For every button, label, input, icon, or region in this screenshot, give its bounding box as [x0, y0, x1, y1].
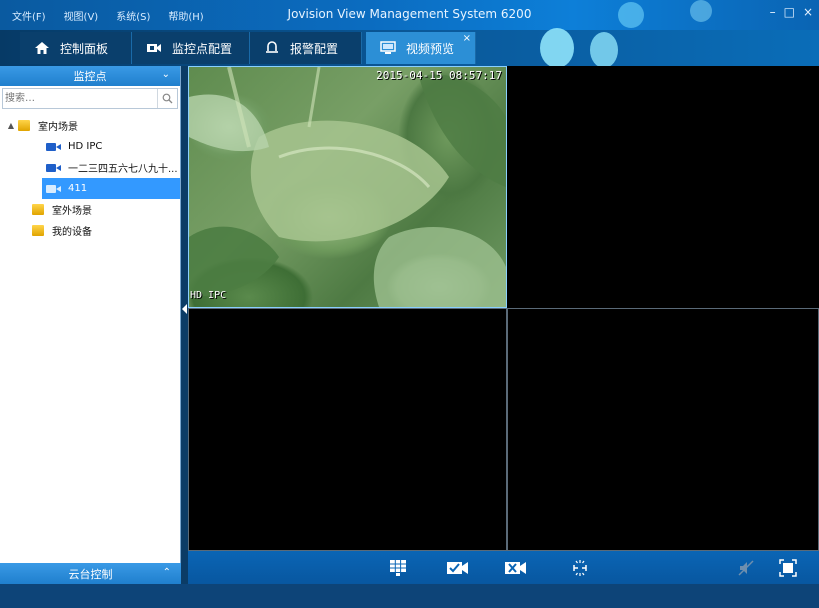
- tab-video-preview[interactable]: 视频预览 ×: [366, 32, 476, 64]
- video-frame: [189, 67, 506, 307]
- monitor-points-title: 监控点: [73, 70, 107, 83]
- tree-folder-indoor[interactable]: ▲ 室内场景: [0, 115, 180, 136]
- app-title: Jovision View Management System 6200: [287, 7, 532, 21]
- tab-label: 控制面板: [60, 41, 109, 56]
- split-icon[interactable]: [570, 559, 590, 577]
- tree-camera-hd-ipc[interactable]: HD IPC: [0, 136, 180, 157]
- camera-icon: [46, 163, 62, 172]
- search-icon[interactable]: [157, 89, 177, 108]
- video-cell-3[interactable]: [188, 308, 507, 551]
- tab-label: 监控点配置: [172, 41, 233, 56]
- ptz-control-title: 云台控制: [68, 567, 113, 581]
- camera-config-icon: [146, 41, 162, 55]
- folder-icon: [32, 225, 44, 236]
- tab-label: 视频预览: [406, 41, 455, 56]
- minimize-button[interactable]: –: [770, 5, 776, 19]
- stop-all-video-icon[interactable]: [504, 559, 528, 577]
- monitor-points-header[interactable]: 监控点 ⌄: [0, 66, 180, 86]
- mute-icon[interactable]: [736, 559, 756, 577]
- video-toolbar: [188, 551, 819, 584]
- tab-label: 报警配置: [290, 41, 339, 56]
- search-box: [2, 88, 178, 109]
- camera-icon: [46, 142, 62, 151]
- video-timestamp: 2015-04-15 08:57:17: [376, 69, 502, 82]
- fullscreen-icon[interactable]: [778, 559, 798, 577]
- tab-close-icon[interactable]: ×: [463, 33, 471, 44]
- status-bar: [0, 584, 819, 608]
- chevron-up-icon[interactable]: ⌃: [163, 567, 171, 578]
- video-channel-label: HD IPC: [190, 290, 227, 301]
- tab-camera-config[interactable]: 监控点配置: [132, 32, 250, 64]
- tab-control-panel[interactable]: 控制面板: [20, 32, 132, 64]
- tree-label: 室外场景: [52, 206, 92, 217]
- ptz-control-header[interactable]: 云台控制 ⌃: [0, 563, 181, 584]
- tab-bar: 控制面板 监控点配置 报警配置 视频预览 ×: [0, 28, 819, 68]
- tree-camera-long-name[interactable]: 一二三四五六七八九十...: [0, 157, 180, 178]
- camera-icon: [46, 184, 62, 193]
- window-controls: – □ ×: [770, 5, 813, 19]
- monitor-icon: [380, 41, 396, 55]
- tab-alarm-config[interactable]: 报警配置: [250, 32, 362, 64]
- folder-icon: [32, 204, 44, 215]
- tree-folder-my-devices[interactable]: 我的设备: [0, 220, 180, 241]
- video-cell-2[interactable]: [507, 66, 819, 308]
- home-icon: [34, 41, 50, 55]
- video-cell-4[interactable]: [507, 308, 819, 551]
- tree-label: 一二三四五六七八九十...: [68, 164, 178, 175]
- maximize-button[interactable]: □: [784, 5, 795, 19]
- chevron-down-icon[interactable]: ⌄: [162, 69, 170, 80]
- tree-label: 我的设备: [52, 227, 92, 238]
- tree-label: 411: [68, 183, 88, 194]
- tree-camera-411[interactable]: 411: [42, 178, 180, 199]
- tree-folder-outdoor[interactable]: 室外场景: [0, 199, 180, 220]
- start-all-video-icon[interactable]: [446, 559, 470, 577]
- grid-layout-icon[interactable]: [388, 559, 408, 577]
- search-input[interactable]: [3, 89, 153, 108]
- expand-arrow-icon[interactable]: ▲: [4, 121, 18, 130]
- tree-label: 室内场景: [38, 122, 78, 133]
- folder-icon: [18, 120, 30, 131]
- close-button[interactable]: ×: [803, 5, 813, 19]
- sidebar: 监控点 ⌄ ▲ 室内场景 HD IPC 一二三四五六七八九十... 411 室外…: [0, 66, 181, 584]
- tree-label: HD IPC: [68, 141, 103, 152]
- title-bar: 文件(F) 视图(V) 系统(S) 帮助(H) Jovision View Ma…: [0, 0, 819, 30]
- video-grid: 2015-04-15 08:57:17 HD IPC: [188, 66, 819, 551]
- device-tree: ▲ 室内场景 HD IPC 一二三四五六七八九十... 411 室外场景 我的设…: [0, 115, 180, 241]
- video-cell-1[interactable]: 2015-04-15 08:57:17 HD IPC: [188, 66, 507, 308]
- alarm-bell-icon: [264, 41, 280, 55]
